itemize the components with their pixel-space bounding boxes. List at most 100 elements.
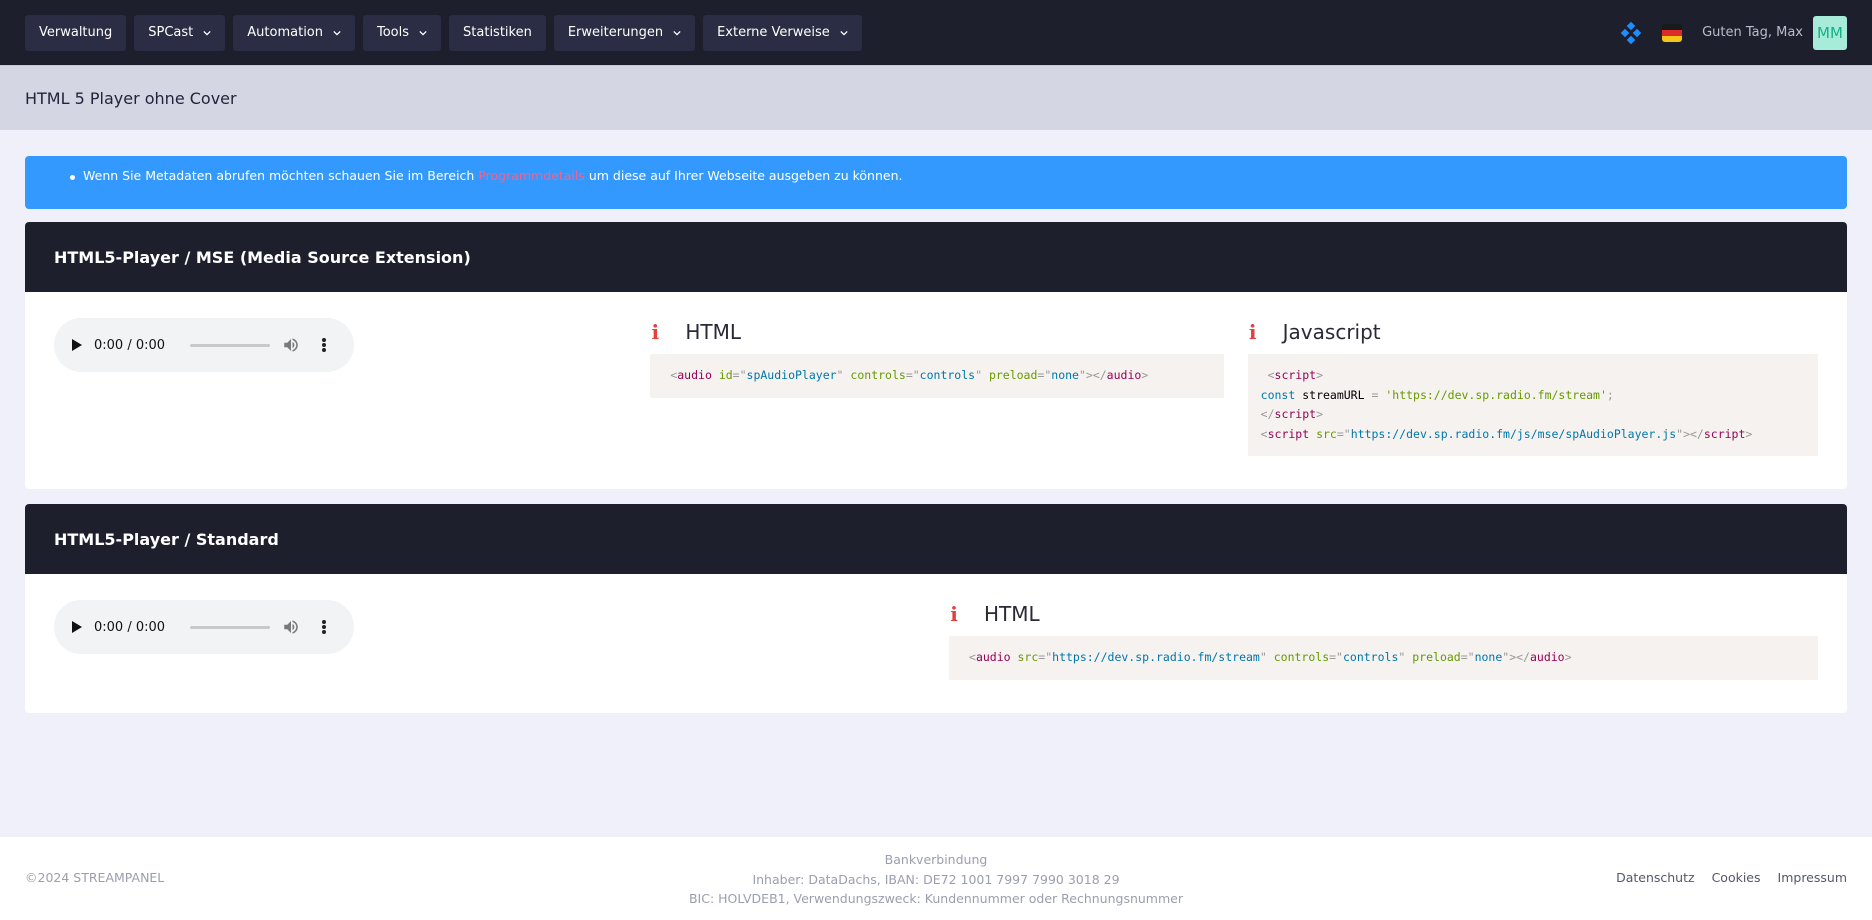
play-icon[interactable] — [72, 621, 82, 633]
more-options-icon[interactable] — [322, 620, 326, 634]
alert-text: Wenn Sie Metadaten abrufen möchten schau… — [83, 168, 479, 183]
audio-player: 0:00 / 0:00 — [54, 318, 354, 372]
more-options-icon[interactable] — [322, 338, 326, 352]
play-icon[interactable] — [72, 339, 82, 351]
code-token: audio — [1106, 368, 1142, 382]
nav-item-label: SPCast — [148, 25, 194, 40]
code-token: spAudioPlayer — [746, 368, 837, 382]
nav-item-erweiterungen[interactable]: Erweiterungen — [553, 14, 696, 51]
card-header: HTML5-Player / Standard — [25, 504, 1847, 574]
nav-item-label: Erweiterungen — [567, 25, 664, 40]
card-body: 0:00 / 0:00 i HTML <audio id="spAudioPla… — [25, 292, 1847, 489]
nav-item-tools[interactable]: Tools — [363, 14, 442, 51]
main-content: Wenn Sie Metadaten abrufen möchten schau… — [0, 130, 1872, 713]
card-header: HTML5-Player / MSE (Media Source Extensi… — [25, 222, 1847, 292]
html-code-column: i HTML <audio src="https://dev.sp.radio.… — [949, 600, 1818, 680]
html-code-block[interactable]: <audio id="spAudioPlayer" controls="cont… — [650, 354, 1224, 398]
code-token: src — [1017, 650, 1039, 664]
nav-item-label: Externe Verweise — [717, 25, 830, 40]
nav-item-statistiken[interactable]: Statistiken — [449, 14, 546, 51]
chevron-down-icon — [203, 30, 211, 36]
avatar[interactable]: MM — [1813, 15, 1847, 50]
chevron-down-icon — [673, 30, 681, 36]
code-token: none — [1051, 368, 1079, 382]
code-token: controls — [919, 368, 976, 382]
nav-item-automation[interactable]: Automation — [233, 14, 355, 51]
page-header: HTML 5 Player ohne Cover — [0, 65, 1872, 130]
seek-slider[interactable] — [190, 625, 270, 629]
nav-right: Guten Tag, Max MM — [1620, 15, 1847, 50]
nav-item-externe-verweise[interactable]: Externe Verweise — [703, 14, 862, 51]
code-token: script — [1267, 426, 1310, 441]
page-title: HTML 5 Player ohne Cover — [25, 88, 237, 108]
code-heading: i HTML — [650, 319, 1223, 344]
nav-item-label: Automation — [247, 25, 323, 40]
seek-slider[interactable] — [190, 343, 270, 347]
code-heading-label: HTML — [984, 601, 1040, 626]
cookies-link[interactable]: Cookies — [1712, 870, 1761, 885]
programmdetails-link[interactable]: Programmdetails — [478, 168, 585, 183]
player-column: 0:00 / 0:00 — [54, 318, 650, 456]
code-token: src — [1316, 426, 1337, 441]
info-icon: i — [651, 319, 660, 344]
code-token: https://dev.sp.radio.fm/stream — [1052, 650, 1260, 664]
user-greeting: Guten Tag, Max — [1702, 25, 1803, 40]
code-token: controls — [1342, 650, 1399, 664]
nav-menu: Verwaltung SPCast Automation Tools Stati… — [25, 14, 862, 51]
info-alert: Wenn Sie Metadaten abrufen möchten schau… — [25, 156, 1847, 209]
datenschutz-link[interactable]: Datenschutz — [1616, 870, 1695, 885]
player-column: 0:00 / 0:00 — [54, 600, 949, 680]
time-display: 0:00 / 0:00 — [94, 337, 166, 353]
time-display: 0:00 / 0:00 — [94, 619, 166, 635]
alert-text: um diese auf Ihrer Webseite ausgeben zu … — [584, 168, 903, 183]
mse-player-card: HTML5-Player / MSE (Media Source Extensi… — [25, 222, 1847, 489]
german-flag-icon[interactable] — [1662, 23, 1683, 42]
js-code-column: i Javascript <script> const streamURL = … — [1247, 318, 1818, 456]
nav-item-label: Tools — [377, 25, 410, 40]
code-token: https://dev.sp.radio.fm/js/mse/spAudioPl… — [1350, 426, 1677, 441]
code-token: const — [1260, 387, 1296, 402]
streampanel-logo-icon[interactable] — [1620, 21, 1642, 44]
bank-line: Inhaber: DataDachs, IBAN: DE72 1001 7997… — [752, 871, 1120, 887]
info-icon: i — [950, 601, 958, 626]
code-heading: i Javascript — [1248, 319, 1818, 344]
volume-icon[interactable] — [282, 618, 300, 636]
code-token: preload — [988, 368, 1038, 382]
html-code-block[interactable]: <audio src="https://dev.sp.radio.fm/stre… — [949, 636, 1818, 680]
code-token: id — [718, 368, 733, 382]
code-token: none — [1474, 650, 1503, 664]
html-code-column: i HTML <audio id="spAudioPlayer" control… — [650, 318, 1224, 456]
volume-icon[interactable] — [282, 336, 300, 354]
code-token: script — [1274, 368, 1317, 382]
code-token: controls — [850, 368, 906, 382]
code-token: script — [1274, 407, 1317, 421]
bank-title: Bankverbindung — [884, 852, 988, 867]
bank-info: Bankverbindung Inhaber: DataDachs, IBAN:… — [0, 850, 1872, 909]
chevron-down-icon — [333, 30, 341, 36]
card-title: HTML5-Player / Standard — [54, 529, 279, 549]
nav-item-verwaltung[interactable]: Verwaltung — [25, 14, 127, 51]
bank-line: BIC: HOLVDEB1, Verwendungszweck: Kundenn… — [688, 891, 1183, 906]
code-heading-label: Javascript — [1282, 319, 1381, 344]
code-token: audio — [975, 650, 1011, 664]
info-icon: i — [1248, 319, 1257, 344]
code-token: = — [1371, 387, 1379, 402]
chevron-down-icon — [840, 30, 848, 36]
nav-item-spcast[interactable]: SPCast — [134, 14, 226, 51]
code-token: streamURL — [1302, 387, 1365, 402]
card-title: HTML5-Player / MSE (Media Source Extensi… — [54, 247, 471, 267]
code-token: 'https://dev.sp.radio.fm/stream' — [1385, 387, 1607, 402]
js-code-block[interactable]: <script> const streamURL = 'https://dev.… — [1247, 354, 1818, 456]
code-token: script — [1703, 426, 1746, 441]
card-body: 0:00 / 0:00 i HTML <audio src="https://d… — [25, 574, 1847, 713]
chevron-down-icon — [419, 30, 427, 36]
impressum-link[interactable]: Impressum — [1778, 870, 1847, 885]
code-heading: i HTML — [949, 601, 1818, 626]
code-token: preload — [1412, 650, 1461, 664]
audio-player: 0:00 / 0:00 — [54, 600, 354, 654]
code-heading-label: HTML — [685, 319, 741, 344]
nav-item-label: Verwaltung — [39, 25, 113, 40]
code-token: audio — [677, 368, 712, 382]
code-token: audio — [1529, 650, 1565, 664]
standard-player-card: HTML5-Player / Standard 0:00 / 0:00 i HT… — [25, 504, 1847, 713]
